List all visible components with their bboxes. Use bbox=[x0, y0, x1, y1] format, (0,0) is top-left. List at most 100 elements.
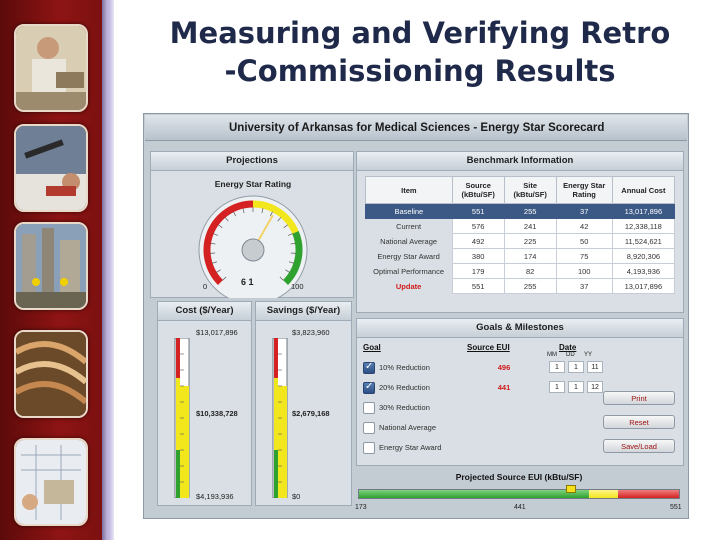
meter-scale-segment bbox=[176, 378, 180, 450]
goal-checkbox-30-percent[interactable] bbox=[363, 402, 375, 414]
savings-title: Savings ($/Year) bbox=[256, 302, 351, 321]
meter-fill bbox=[278, 386, 287, 498]
table-row-current[interactable]: Current 576 241 42 12,338,118 bbox=[366, 218, 676, 234]
cost-title: Cost ($/Year) bbox=[158, 302, 251, 321]
title-line-1: Measuring and Verifying Retro bbox=[169, 16, 671, 50]
projected-min-label: 173 bbox=[355, 504, 367, 511]
scorecard-window: University of Arkansas for Medical Scien… bbox=[143, 113, 689, 519]
gauge-readout: 6 1 bbox=[241, 277, 254, 287]
date-mm-input[interactable]: 1 bbox=[549, 381, 565, 393]
cell-cost: 8,920,306 bbox=[611, 248, 676, 264]
cost-current-label: $10,338,728 bbox=[196, 409, 238, 418]
cell-source: 576 bbox=[451, 218, 505, 234]
update-link[interactable]: Update bbox=[366, 279, 453, 294]
cell-rating: 75 bbox=[555, 248, 613, 264]
date-yy-input[interactable]: 11 bbox=[587, 361, 603, 373]
track-green-segment bbox=[359, 490, 590, 498]
date-yy-input[interactable]: 12 bbox=[587, 381, 603, 393]
meter-scale-segment bbox=[274, 450, 278, 498]
table-row-update[interactable]: Update 551 255 37 13,017,896 bbox=[366, 278, 676, 294]
photo-engineer-thumbnail bbox=[14, 24, 88, 112]
benchmark-table: Item Source (kBtu/SF) Site (kBtu/SF) Ene… bbox=[365, 176, 676, 294]
cell-rating: 42 bbox=[555, 218, 613, 234]
cell-rating: 50 bbox=[555, 233, 613, 249]
goal-checkbox-10-percent[interactable] bbox=[363, 361, 375, 374]
projected-eui-track bbox=[358, 489, 680, 499]
gauge-min-label: 0 bbox=[203, 282, 208, 291]
date-mm-input[interactable]: 1 bbox=[549, 361, 565, 373]
cell-site: 225 bbox=[503, 233, 557, 249]
cell-source: 380 bbox=[451, 248, 505, 264]
savings-top-label: $3,823,960 bbox=[292, 328, 330, 337]
table-row-national-average[interactable]: National Average 492 225 50 11,524,621 bbox=[366, 233, 676, 249]
cell-site: 255 bbox=[503, 278, 557, 294]
table-row-baseline[interactable]: Baseline 551 255 37 13,017,896 bbox=[365, 203, 676, 219]
savings-current-label: $2,679,168 bbox=[292, 409, 330, 418]
projections-title: Projections bbox=[151, 152, 353, 171]
photo-workers-thumbnail bbox=[14, 222, 88, 310]
cell-cost: 11,524,621 bbox=[611, 233, 676, 249]
cell-cost: 4,193,936 bbox=[611, 263, 676, 279]
meter-fill bbox=[180, 386, 189, 498]
goals-panel: Goals & Milestones Goal Source EUI Date … bbox=[356, 318, 684, 466]
cost-panel: Cost ($/Year) $13,017,896 $10,338,728 $4… bbox=[157, 301, 252, 506]
print-button[interactable]: Print bbox=[603, 391, 675, 405]
goals-title: Goals & Milestones bbox=[357, 319, 683, 338]
source-eui-column-header: Source EUI bbox=[467, 343, 510, 352]
goal-label: 20% Reduction bbox=[379, 383, 430, 392]
goal-source-eui: 496 bbox=[497, 363, 511, 372]
table-row-energy-star-award[interactable]: Energy Star Award 380 174 75 8,920,306 bbox=[366, 248, 676, 264]
strip-right-edge bbox=[108, 0, 114, 540]
goal-label: National Average bbox=[379, 423, 436, 432]
goal-row-10-percent: 10% Reduction 496 1 1 11 bbox=[363, 361, 683, 377]
col-source: Source (kBtu/SF) bbox=[451, 176, 505, 204]
projected-max-label: 551 bbox=[670, 504, 682, 511]
table-row-optimal-performance[interactable]: Optimal Performance 179 82 100 4,193,936 bbox=[366, 263, 676, 279]
title-line-2: -Commissioning Results bbox=[224, 54, 616, 88]
cell-cost: 13,017,896 bbox=[611, 278, 676, 294]
date-dd-input[interactable]: 1 bbox=[568, 361, 584, 373]
cell-item: National Average bbox=[380, 236, 438, 246]
gauge-hub bbox=[241, 238, 265, 262]
goal-column-header: Goal bbox=[363, 343, 381, 352]
cell-site: 174 bbox=[503, 248, 557, 264]
projections-panel: Projections Energy Star Rating 0 6 1 100 bbox=[150, 151, 354, 298]
cell-rating: 37 bbox=[555, 278, 613, 294]
cell-source: 492 bbox=[451, 233, 505, 249]
cell-item: Energy Star Award bbox=[377, 251, 440, 261]
cost-bottom-label: $4,193,936 bbox=[196, 492, 234, 501]
meter-scale-segment bbox=[274, 338, 278, 378]
cell-cost: 12,338,118 bbox=[611, 218, 676, 234]
cell-cost: 13,017,896 bbox=[611, 203, 676, 219]
savings-meter-bar bbox=[272, 338, 288, 498]
cell-site: 255 bbox=[503, 203, 557, 219]
meter-scale-segment bbox=[176, 338, 180, 378]
cell-site: 82 bbox=[503, 263, 557, 279]
col-rating: Energy Star Rating bbox=[555, 176, 613, 204]
photo-blueprint-thumbnail bbox=[14, 438, 88, 526]
projected-mid-label: 441 bbox=[514, 504, 526, 511]
slide-title: Measuring and Verifying Retro -Commissio… bbox=[120, 14, 720, 90]
reset-button[interactable]: Reset bbox=[603, 415, 675, 429]
goal-label: 30% Reduction bbox=[379, 403, 430, 412]
cell-source: 551 bbox=[451, 278, 505, 294]
benchmark-header-row: Item Source (kBtu/SF) Site (kBtu/SF) Ene… bbox=[365, 176, 676, 204]
projected-eui-slider-handle[interactable] bbox=[565, 485, 576, 493]
date-yy-label: YY bbox=[584, 352, 593, 358]
savings-bottom-label: $0 bbox=[292, 492, 301, 501]
projected-eui-title: Projected Source EUI (kBtu/SF) bbox=[455, 472, 583, 482]
track-yellow-segment bbox=[589, 490, 619, 498]
scorecard-title: University of Arkansas for Medical Scien… bbox=[145, 115, 687, 141]
goal-checkbox-national-average[interactable] bbox=[363, 422, 375, 434]
save-load-button[interactable]: Save/Load bbox=[603, 439, 675, 453]
goal-checkbox-energy-star-award[interactable] bbox=[363, 442, 375, 454]
cost-top-label: $13,017,896 bbox=[196, 328, 238, 337]
col-site: Site (kBtu/SF) bbox=[503, 176, 557, 204]
date-dd-input[interactable]: 1 bbox=[568, 381, 584, 393]
cell-source: 179 bbox=[451, 263, 505, 279]
track-red-segment bbox=[618, 490, 679, 498]
date-mm-label: MM bbox=[547, 352, 557, 358]
goal-checkbox-20-percent[interactable] bbox=[363, 381, 375, 394]
cost-meter-bar bbox=[174, 338, 190, 498]
left-decor-strip bbox=[0, 0, 108, 540]
